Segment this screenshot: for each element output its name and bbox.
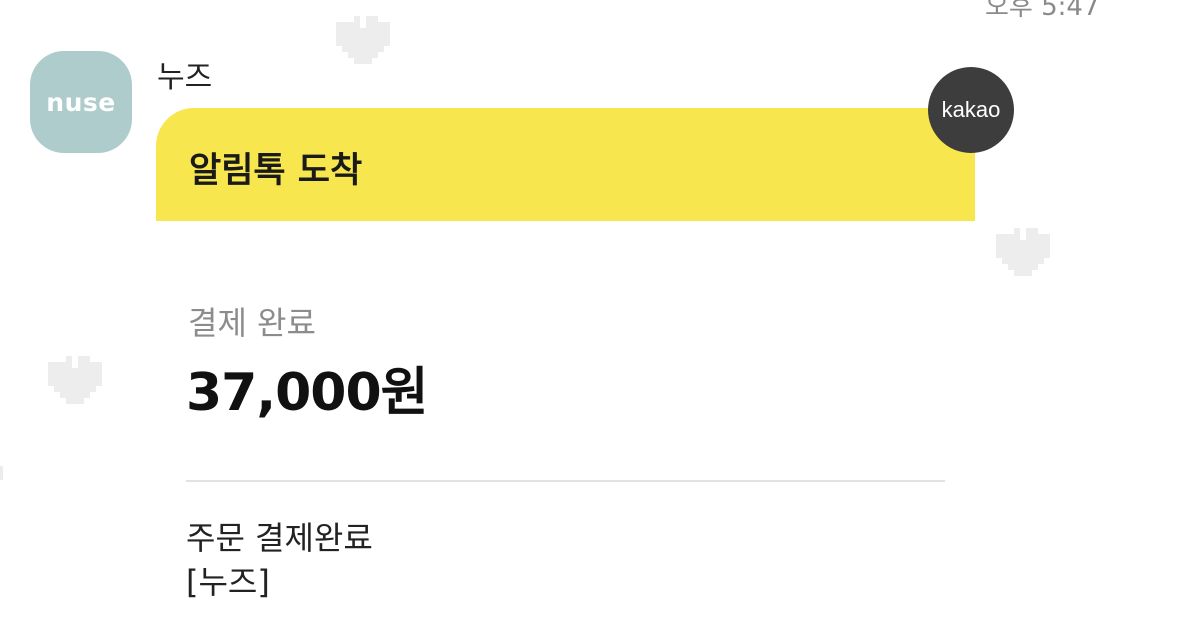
sender-avatar[interactable]: nuse	[30, 51, 132, 153]
pixel-heart-icon	[996, 228, 1050, 276]
kakao-badge-label: kakao	[941, 97, 1001, 122]
avatar-logo-text: nuse	[46, 87, 116, 117]
pixel-heart-icon	[48, 356, 102, 404]
pixel-heart-icon	[336, 16, 390, 64]
card-header: 알림톡 도착	[156, 108, 975, 221]
payment-label: 결제 완료	[188, 304, 316, 342]
order-brand-text: [누즈]	[186, 563, 270, 601]
message-time-partial: 오후 5:47	[985, 0, 1100, 22]
order-status-text: 주문 결제완료	[186, 519, 373, 557]
card-header-title: 알림톡 도착	[189, 151, 363, 191]
background-fragment	[0, 466, 3, 480]
sender-name: 누즈	[157, 60, 213, 95]
payment-amount: 37,000원	[186, 363, 429, 423]
divider	[186, 480, 945, 482]
kakao-badge-icon: kakao	[928, 67, 1014, 153]
